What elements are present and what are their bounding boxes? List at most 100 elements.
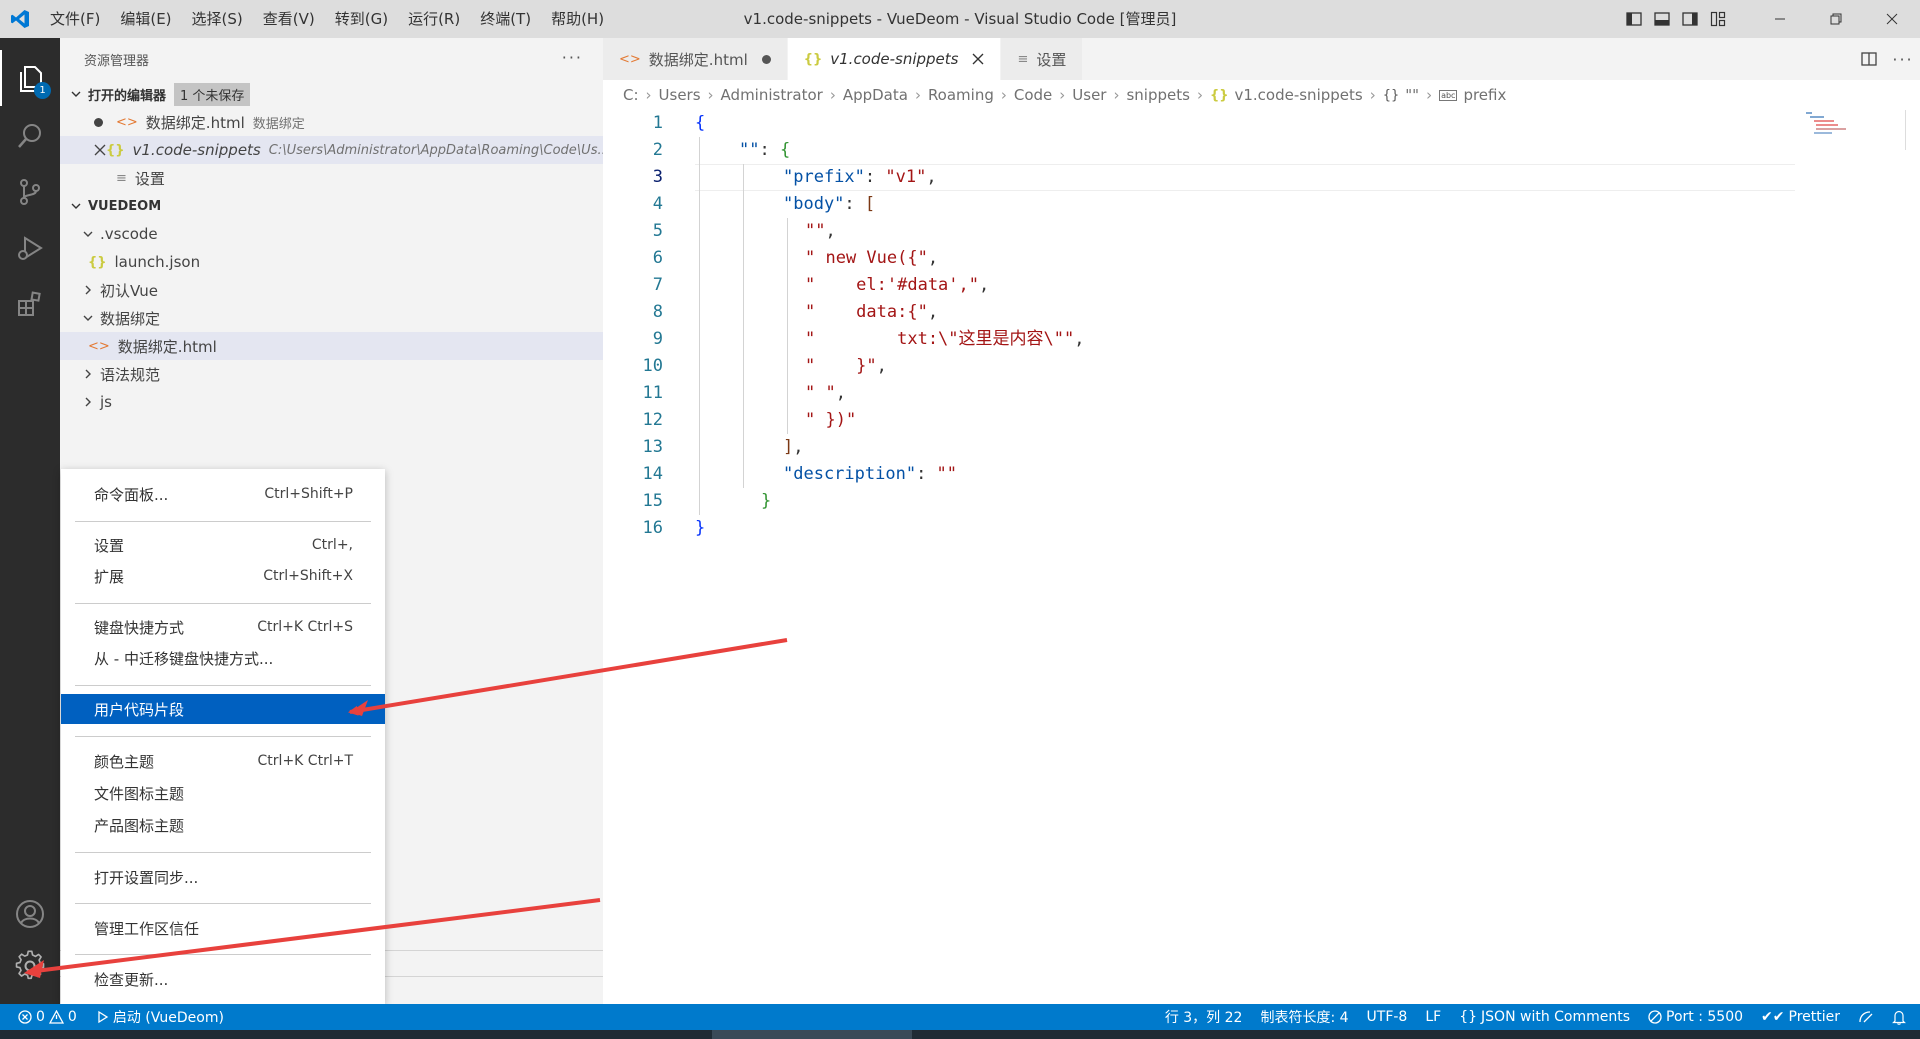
menu-item-workspace-trust[interactable]: 管理工作区信任: [61, 913, 385, 943]
cursor-position[interactable]: 行 3，列 22: [1156, 1004, 1252, 1030]
tab-label: v1.code-snippets: [830, 50, 959, 68]
restore-icon[interactable]: [1808, 0, 1864, 38]
tab-size[interactable]: 制表符长度: 4: [1251, 1004, 1357, 1030]
html-file-icon: <>: [116, 114, 138, 130]
minimap[interactable]: [1800, 110, 1900, 150]
tree-folder[interactable]: 语法规范: [60, 360, 603, 388]
breadcrumb-item[interactable]: C:: [623, 86, 639, 104]
open-editor-item[interactable]: ≡ 设置: [60, 164, 603, 192]
menu-item-file-icon-theme[interactable]: 文件图标主题: [61, 778, 385, 808]
close-window-icon[interactable]: [1864, 0, 1920, 38]
tree-label: js: [100, 393, 112, 411]
split-editor-icon[interactable]: [1852, 38, 1886, 80]
menu-item-settings-sync[interactable]: 打开设置同步...: [61, 862, 385, 892]
menu-help[interactable]: 帮助(H): [541, 0, 614, 38]
tab-label: 数据绑定.html: [648, 50, 748, 69]
breadcrumb-item[interactable]: prefix: [1463, 86, 1506, 104]
toggle-panel-icon[interactable]: [1648, 0, 1676, 38]
toggle-secondary-sidebar-icon[interactable]: [1676, 0, 1704, 38]
os-taskbar: [0, 1030, 1920, 1039]
menu-run[interactable]: 运行(R): [398, 0, 470, 38]
minimize-icon[interactable]: [1752, 0, 1808, 38]
breadcrumb-item[interactable]: "": [1405, 86, 1419, 104]
tab-settings[interactable]: ≡ 设置: [1001, 38, 1084, 80]
tree-file[interactable]: <> 数据绑定.html: [60, 332, 603, 360]
tree-file[interactable]: {} launch.json: [60, 248, 603, 276]
run-debug-icon[interactable]: [0, 220, 60, 276]
menu-go[interactable]: 转到(G): [325, 0, 398, 38]
menu-item-extensions[interactable]: 扩展 Ctrl+Shift+X: [61, 561, 385, 591]
source-control-icon[interactable]: [0, 164, 60, 220]
end-of-line[interactable]: LF: [1416, 1004, 1450, 1030]
menu-bar: 文件(F) 编辑(E) 选择(S) 查看(V) 转到(G) 运行(R) 终端(T…: [40, 0, 614, 38]
menu-item-user-snippets[interactable]: 用户代码片段: [61, 694, 385, 724]
manage-gear-icon[interactable]: [0, 938, 60, 994]
tree-folder[interactable]: .vscode: [60, 220, 603, 248]
close-icon[interactable]: [94, 144, 106, 156]
breadcrumb-item[interactable]: Administrator: [721, 86, 823, 104]
code-line: 7 " el:'#data',",: [652, 275, 990, 295]
breadcrumb-item[interactable]: Code: [1014, 86, 1052, 104]
menu-separator: [75, 603, 371, 604]
problems-status[interactable]: 0 0: [0, 1004, 86, 1030]
open-editors-header[interactable]: 打开的编辑器 1 个未保存: [60, 80, 603, 108]
vertical-scrollbar[interactable]: [1905, 110, 1920, 150]
menu-file[interactable]: 文件(F): [40, 0, 110, 38]
open-editor-name: 设置: [134, 169, 165, 188]
search-icon[interactable]: [0, 108, 60, 164]
breadcrumb-item[interactable]: User: [1072, 86, 1106, 104]
live-server-port[interactable]: Port : 5500: [1639, 1004, 1752, 1030]
menu-item-product-icon-theme[interactable]: 产品图标主题: [61, 810, 385, 840]
close-icon[interactable]: [972, 53, 984, 65]
language-mode[interactable]: {} JSON with Comments: [1450, 1004, 1639, 1030]
launch-status[interactable]: 启动 (VueDeom): [86, 1004, 233, 1030]
explorer-icon[interactable]: 1: [0, 50, 60, 106]
more-actions-icon[interactable]: ···: [1886, 38, 1920, 80]
menu-item-migrate-keybindings[interactable]: 从 - 中迁移键盘快捷方式...: [61, 643, 385, 673]
open-editor-item[interactable]: <> 数据绑定.html 数据绑定: [60, 108, 603, 136]
menu-item-command-palette[interactable]: 命令面板... Ctrl+Shift+P: [61, 479, 385, 509]
breadcrumb-item[interactable]: AppData: [843, 86, 908, 104]
menu-item-check-updates[interactable]: 检查更新...: [61, 964, 385, 994]
tree-folder[interactable]: js: [60, 388, 603, 416]
menu-terminal[interactable]: 终端(T): [470, 0, 541, 38]
editor-tabs: <> 数据绑定.html {} v1.code-snippets ≡ 设置 ··…: [603, 38, 1920, 80]
string-icon: abc: [1439, 89, 1458, 101]
workspace-header[interactable]: VUEDEOM: [60, 192, 603, 220]
tree-folder[interactable]: 初认Vue: [60, 276, 603, 304]
breadcrumb-item[interactable]: snippets: [1126, 86, 1189, 104]
tree-folder[interactable]: 数据绑定: [60, 304, 603, 332]
tab-snippets[interactable]: {} v1.code-snippets: [787, 38, 1002, 80]
menu-separator: [75, 954, 371, 955]
menu-selection[interactable]: 选择(S): [182, 0, 253, 38]
encoding[interactable]: UTF-8: [1358, 1004, 1417, 1030]
explorer-more-actions[interactable]: ···: [562, 48, 583, 67]
braces-icon: {}: [1459, 1009, 1478, 1025]
code-line: 14 "description": "": [642, 464, 958, 484]
tree-label: 语法规范: [100, 365, 161, 384]
dirty-dot-icon[interactable]: [761, 54, 771, 64]
prettier-status[interactable]: ✔✔ Prettier: [1752, 1004, 1849, 1030]
customize-layout-icon[interactable]: [1704, 0, 1732, 38]
menu-item-settings[interactable]: 设置 Ctrl+,: [61, 530, 385, 560]
extensions-icon[interactable]: [0, 276, 60, 332]
code-editor[interactable]: 1{ 2 "": { 3 "prefix": "v1", 4 "body": [ 5 "…: [603, 110, 1795, 1004]
menu-view[interactable]: 查看(V): [253, 0, 325, 38]
feedback-icon[interactable]: [1849, 1004, 1883, 1030]
tab-html[interactable]: <> 数据绑定.html: [603, 38, 788, 80]
account-icon[interactable]: [0, 886, 60, 942]
code-line: 13],: [642, 437, 804, 457]
menu-edit[interactable]: 编辑(E): [110, 0, 181, 38]
notifications-bell-icon[interactable]: [1883, 1004, 1920, 1030]
breadcrumb-item[interactable]: Users: [659, 86, 701, 104]
breadcrumb-item[interactable]: Roaming: [928, 86, 994, 104]
breadcrumb: C: › Users › Administrator › AppData › Roami…: [603, 80, 1920, 110]
breadcrumb-item[interactable]: v1.code-snippets: [1234, 86, 1362, 104]
code-line: 9 " txt:\"这里是内容\"",: [652, 329, 1085, 349]
tree-label: launch.json: [114, 253, 201, 271]
toggle-primary-sidebar-icon[interactable]: [1620, 0, 1648, 38]
menu-item-keyboard-shortcuts[interactable]: 键盘快捷方式 Ctrl+K Ctrl+S: [61, 612, 385, 642]
menu-item-color-theme[interactable]: 颜色主题 Ctrl+K Ctrl+T: [61, 746, 385, 776]
os-taskbar-active-item[interactable]: [712, 1030, 912, 1039]
open-editor-item[interactable]: {} v1.code-snippets C:\Users\Administrat…: [60, 136, 603, 164]
